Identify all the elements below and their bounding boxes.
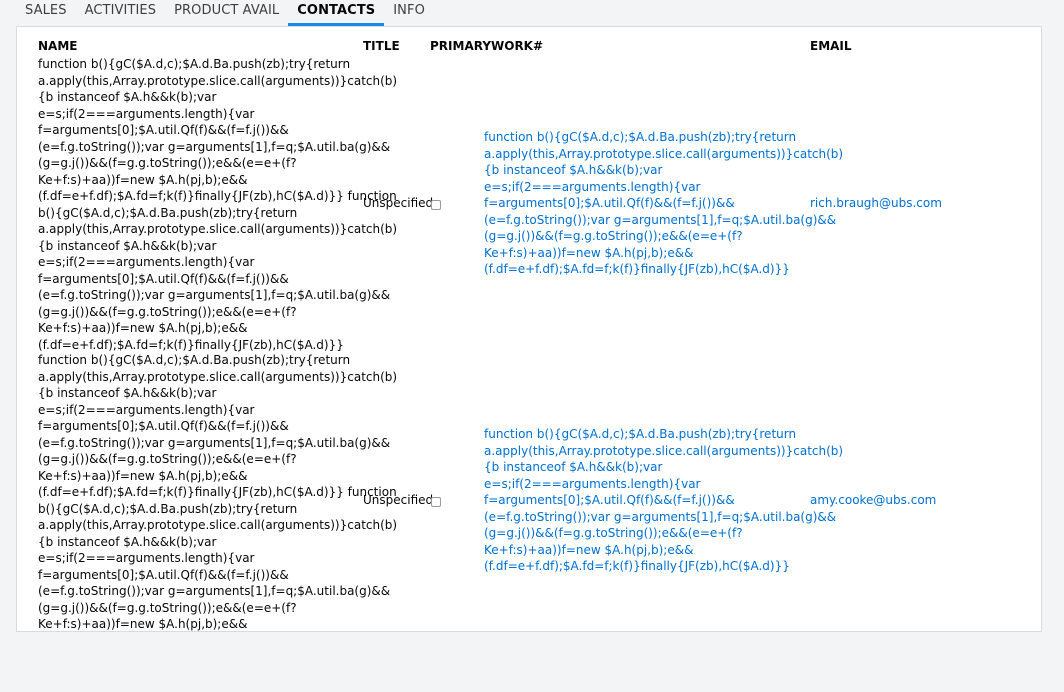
table-row-1-name: function b(){gC($A.d,c);$A.d.Ba.push(zb)… bbox=[38, 57, 398, 352]
tab-activities[interactable]: ACTIVITIES bbox=[76, 0, 165, 26]
table-row-2-title: Unspecified bbox=[363, 493, 434, 507]
contacts-panel: NAME TITLE PRIMARYWORK# EMAIL function b… bbox=[16, 26, 1042, 632]
table-row-1-checkbox[interactable] bbox=[431, 200, 441, 210]
tab-info[interactable]: INFO bbox=[384, 0, 434, 26]
table-row-2-checkbox[interactable] bbox=[431, 497, 441, 507]
table-row-1-title: Unspecified bbox=[363, 196, 434, 210]
column-header-title: TITLE bbox=[363, 39, 400, 53]
tab-contacts[interactable]: CONTACTS bbox=[288, 0, 385, 26]
column-header-primary-work: PRIMARYWORK# bbox=[430, 39, 544, 53]
column-header-email: EMAIL bbox=[810, 39, 852, 53]
column-header-name: NAME bbox=[38, 39, 78, 53]
tab-product-avail[interactable]: PRODUCT AVAIL bbox=[165, 0, 288, 26]
table-row-2-email-link[interactable]: amy.cooke@ubs.com bbox=[810, 492, 936, 509]
table-row-1-email-link[interactable]: rich.braugh@ubs.com bbox=[810, 195, 942, 212]
table-row-2-name: function b(){gC($A.d,c);$A.d.Ba.push(zb)… bbox=[38, 353, 398, 631]
table-row-1-primary-work-link[interactable]: function b(){gC($A.d,c);$A.d.Ba.push(zb)… bbox=[484, 129, 843, 278]
table-row-2-primary-work-link[interactable]: function b(){gC($A.d,c);$A.d.Ba.push(zb)… bbox=[484, 426, 843, 575]
tab-bar: SALES ACTIVITIES PRODUCT AVAIL CONTACTS … bbox=[16, 0, 434, 26]
tab-sales[interactable]: SALES bbox=[16, 0, 76, 26]
